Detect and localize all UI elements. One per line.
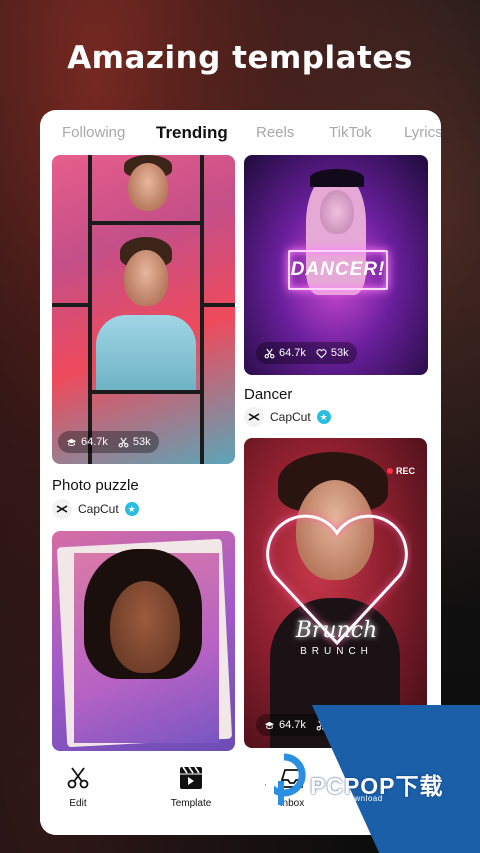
template-thumbnail-dancer[interactable]: DANCER! 64.7k 53k: [244, 155, 428, 375]
author-name: CapCut: [270, 410, 311, 424]
template-thumbnail-photo-puzzle[interactable]: 64.7k 53k: [52, 155, 235, 464]
dancer-neon-text: DANCER!: [288, 250, 388, 290]
author-name: CapCut: [78, 502, 119, 516]
card-author[interactable]: CapCut ★: [244, 407, 331, 427]
template-thumbnail-brunch[interactable]: REC Brunch BRUNCH 64.7k: [244, 438, 427, 748]
nav-template[interactable]: Template: [151, 765, 231, 809]
card-title[interactable]: Photo puzzle: [52, 477, 139, 494]
tab-reels[interactable]: Reels: [256, 124, 294, 141]
card-stats: 64.7k 53k: [58, 431, 159, 453]
pcpop-logo-icon: [264, 753, 306, 809]
card-author[interactable]: CapCut ★: [52, 499, 139, 519]
card-title[interactable]: Dancer: [244, 386, 292, 403]
brunch-text: Brunch: [295, 618, 378, 643]
heart-icon: [316, 348, 327, 358]
tab-tiktok[interactable]: TikTok: [329, 124, 372, 141]
template-thumbnail-portrait[interactable]: [52, 531, 235, 751]
scissors-icon: [118, 437, 129, 447]
brunch-subtext: BRUNCH: [300, 646, 373, 657]
scissors-icon: [67, 767, 89, 789]
rec-badge: REC: [386, 466, 415, 476]
nav-edit[interactable]: Edit: [40, 765, 118, 809]
clapper-icon: [180, 766, 202, 789]
tab-following[interactable]: Following: [62, 124, 125, 141]
verified-icon: ★: [316, 410, 331, 424]
scissors-icon: [264, 348, 275, 358]
tab-trending[interactable]: Trending: [156, 123, 228, 143]
capcut-logo-icon: [52, 499, 72, 519]
page-title: Amazing templates: [67, 40, 413, 76]
verified-icon: ★: [124, 502, 139, 516]
graduation-cap-icon: [66, 438, 77, 446]
card-stats: 64.7k 53k: [256, 342, 357, 364]
tab-lyrics[interactable]: Lyrics: [404, 124, 441, 141]
watermark-subtext: PCPOP Download: [310, 794, 383, 803]
capcut-logo-icon: [244, 407, 264, 427]
tab-bar: Following Trending Reels TikTok Lyrics: [40, 110, 441, 154]
watermark: PCPOP下载 PCPOP Download: [260, 705, 480, 853]
